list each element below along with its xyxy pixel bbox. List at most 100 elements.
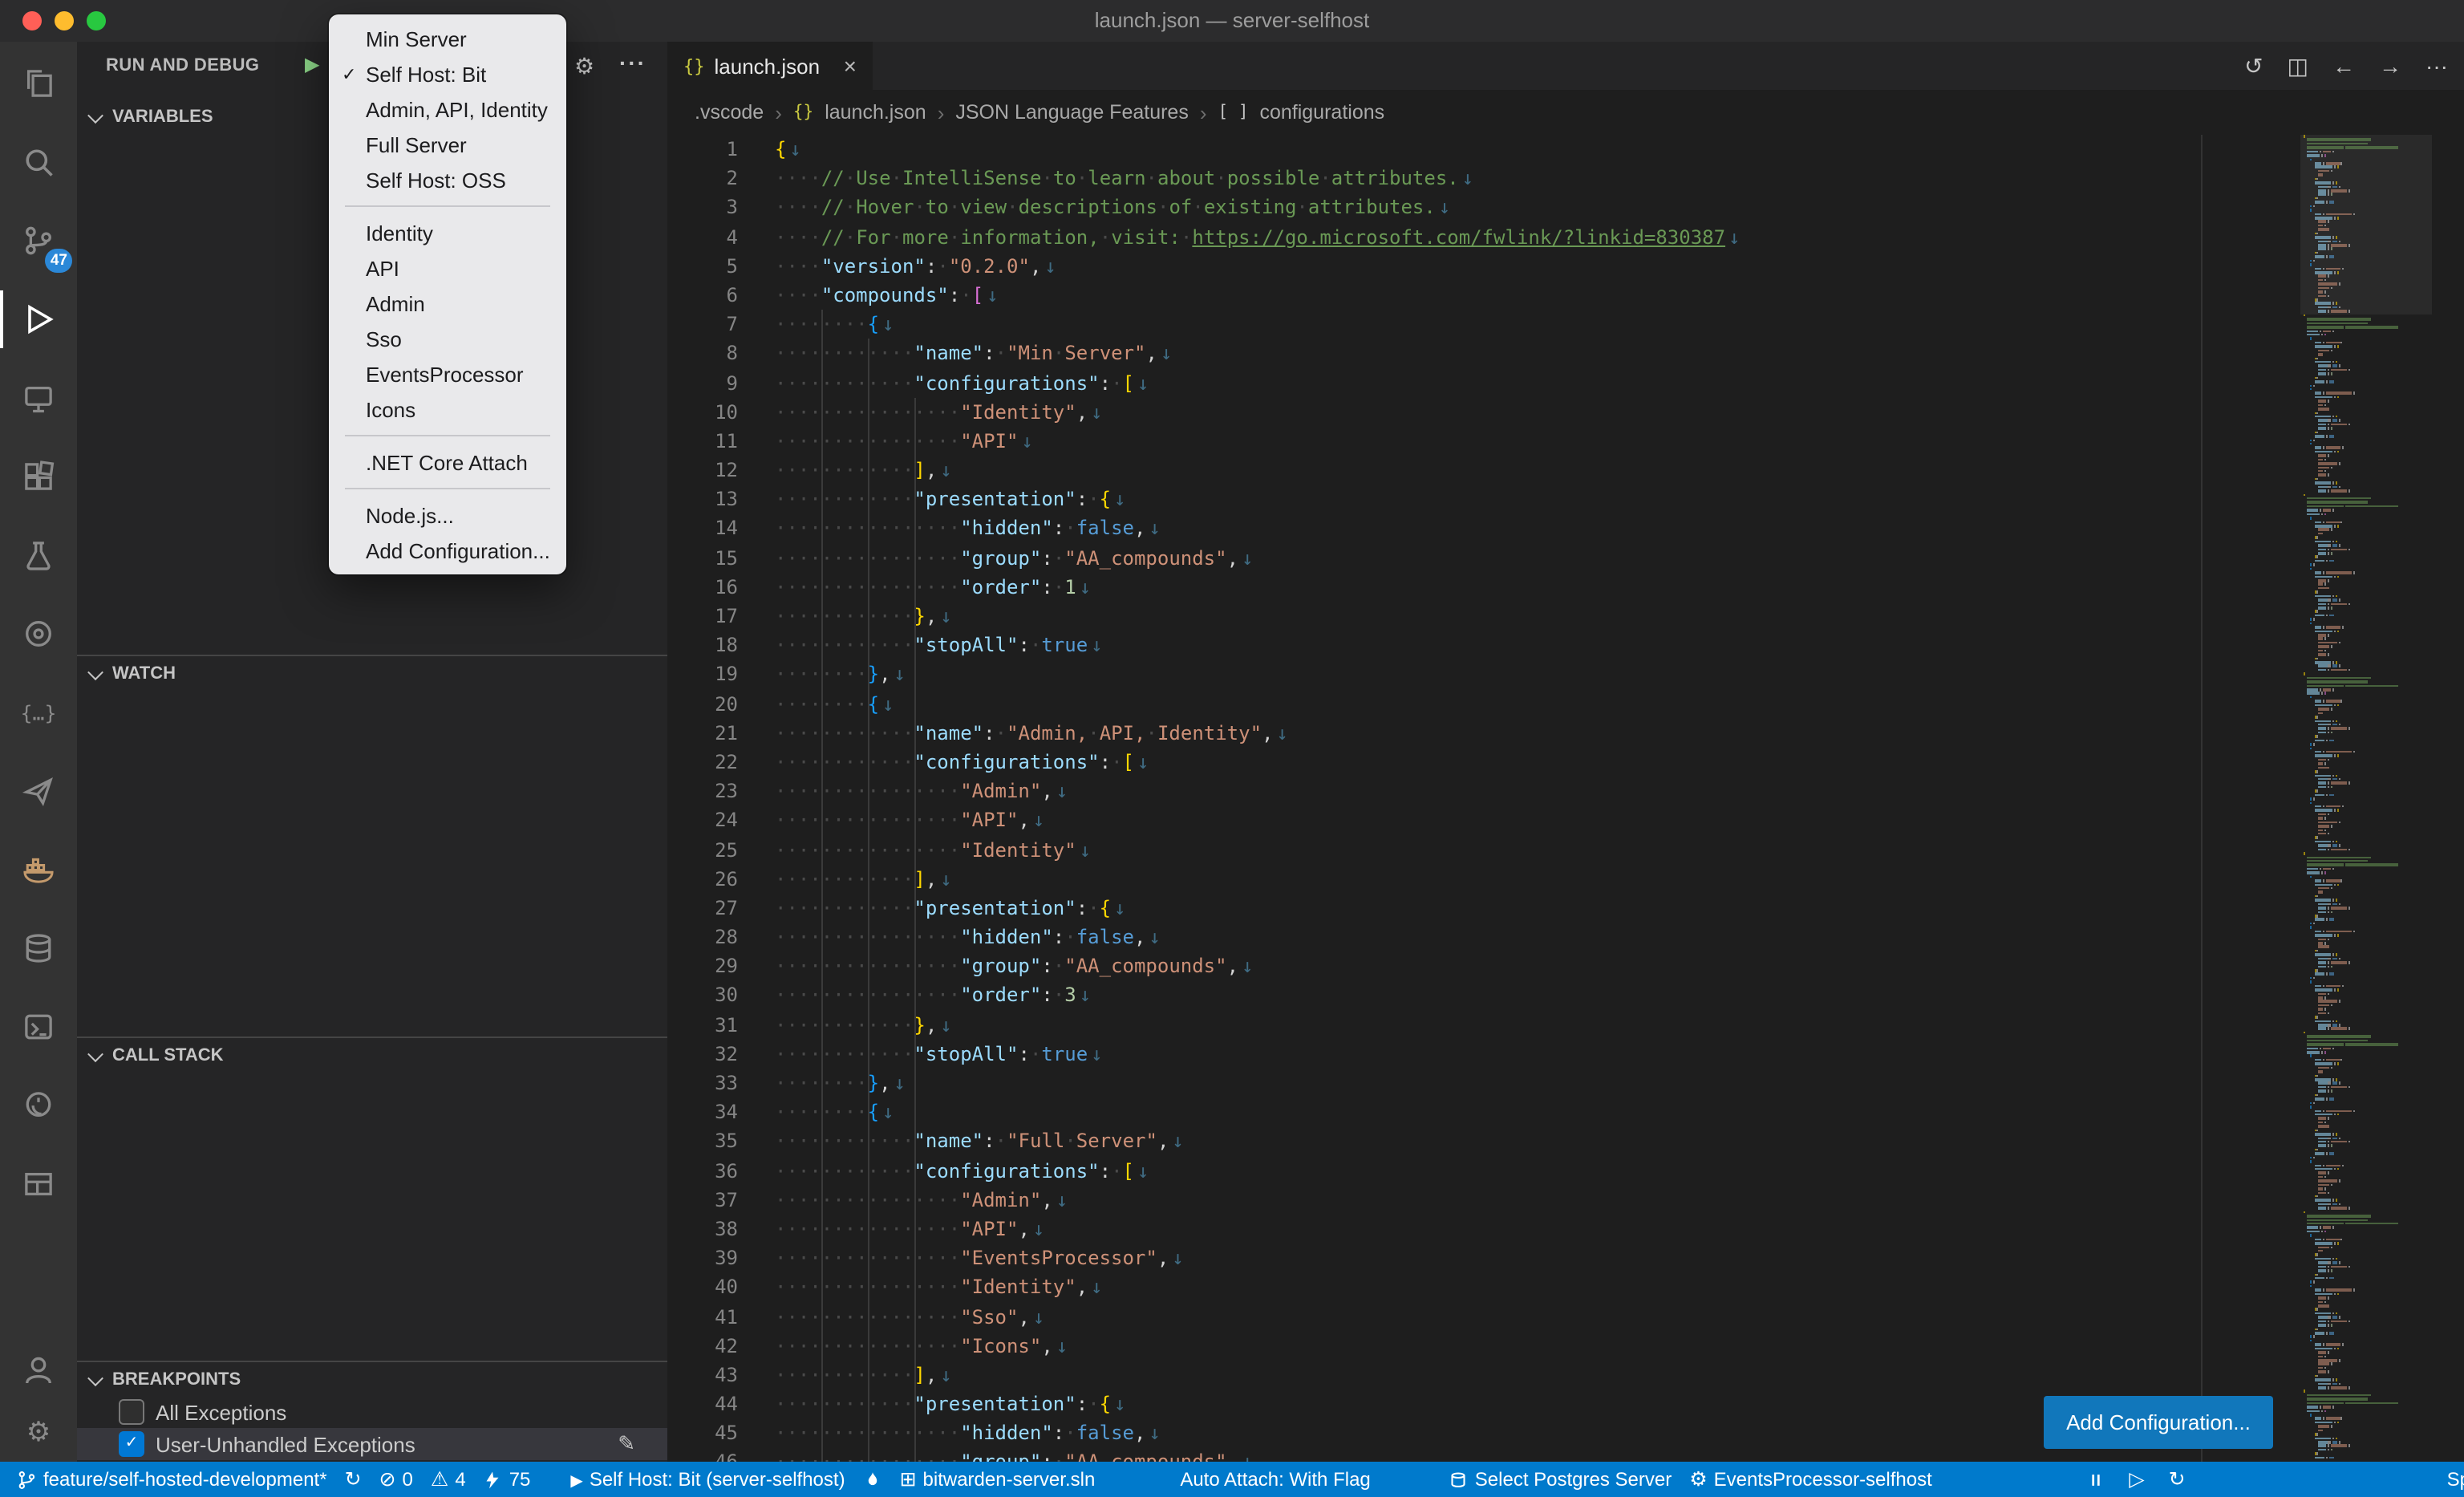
code-line[interactable]: 41················"Sso",↓	[667, 1302, 2464, 1331]
tab-launch-json[interactable]: {} launch.json ×	[667, 42, 873, 90]
code-line[interactable]: 20········{↓	[667, 689, 2464, 718]
code-line[interactable]: 9············"configurations":·[↓	[667, 368, 2464, 397]
code-line[interactable]: 18············"stopAll":·true↓	[667, 631, 2464, 659]
menu-item[interactable]: Full Server	[329, 127, 566, 162]
checkbox[interactable]: ✓	[119, 1431, 144, 1457]
docker-icon[interactable]	[0, 831, 77, 908]
code-line[interactable]: 23················"Admin",↓	[667, 777, 2464, 805]
code-line[interactable]: 35············"name":·"Full·Server",↓	[667, 1127, 2464, 1156]
status-item[interactable]: 75	[484, 1462, 531, 1497]
code-line[interactable]: 40················"Identity",↓	[667, 1273, 2464, 1302]
add-configuration-button[interactable]: Add Configuration...	[2044, 1396, 2273, 1449]
status-item[interactable]	[863, 1462, 882, 1497]
menu-item[interactable]: Add Configuration...	[329, 533, 566, 568]
code-line[interactable]: 29················"group":·"AA_compounds…	[667, 952, 2464, 981]
menu-item[interactable]: .NET Core Attach	[329, 444, 566, 480]
go-back-icon[interactable]: ←	[2332, 53, 2355, 79]
menu-item[interactable]: Icons	[329, 391, 566, 427]
code-line[interactable]: 6····"compounds":·[↓	[667, 281, 2464, 310]
status-item[interactable]: Spell	[2447, 1462, 2464, 1497]
publish-icon[interactable]	[0, 753, 77, 830]
nuget-icon[interactable]	[0, 595, 77, 672]
timeline-icon[interactable]: ↺	[2244, 52, 2263, 79]
terminal-icon[interactable]	[0, 988, 77, 1065]
status-item[interactable]: ⚙EventsProcessor-selfhost	[1689, 1462, 1932, 1497]
section-call-stack[interactable]: CALL STACK	[77, 1038, 667, 1073]
code-line[interactable]: 19········},↓	[667, 660, 2464, 689]
code-line[interactable]: 30················"order":·3↓	[667, 981, 2464, 1010]
code-line[interactable]: 4····//·For·more·information,·visit:·htt…	[667, 222, 2464, 251]
code-line[interactable]: 7········{↓	[667, 310, 2464, 339]
menu-item[interactable]: Sso	[329, 321, 566, 356]
menu-item[interactable]: API	[329, 250, 566, 286]
breadcrumb-item[interactable]: launch.json	[825, 101, 926, 124]
code-line[interactable]: 2····//·Use·IntelliSense·to·learn·about·…	[667, 164, 2464, 193]
code-line[interactable]: 13············"presentation":·{↓	[667, 485, 2464, 514]
status-item[interactable]: ↻	[2169, 1462, 2186, 1497]
menu-item[interactable]: Admin, API, Identity	[329, 91, 566, 127]
layouts-icon[interactable]	[0, 1146, 77, 1223]
section-watch[interactable]: WATCH	[77, 656, 667, 692]
status-item[interactable]: ⊘0	[379, 1462, 413, 1497]
status-item[interactable]: ⊞bitwarden-server.sln	[900, 1462, 1096, 1497]
section-breakpoints[interactable]: BREAKPOINTS	[77, 1362, 667, 1398]
edit-breakpoint-icon[interactable]: ✎	[618, 1431, 635, 1457]
database-icon[interactable]	[0, 910, 77, 987]
menu-item[interactable]: EventsProcessor	[329, 356, 566, 391]
code-line[interactable]: 17············},↓	[667, 602, 2464, 631]
extensions-icon[interactable]	[0, 438, 77, 515]
code-line[interactable]: 31············},↓	[667, 1010, 2464, 1039]
go-forward-icon[interactable]: →	[2379, 53, 2401, 79]
code-line[interactable]: 8············"name":·"Min·Server",↓	[667, 339, 2464, 368]
code-line[interactable]: 36············"configurations":·[↓	[667, 1156, 2464, 1185]
code-line[interactable]: 38················"API",↓	[667, 1215, 2464, 1243]
code-line[interactable]: 37················"Admin",↓	[667, 1186, 2464, 1215]
minimap[interactable]	[2300, 135, 2432, 1462]
code-line[interactable]: 10················"Identity",↓	[667, 397, 2464, 426]
code-line[interactable]: 22············"configurations":·[↓	[667, 748, 2464, 777]
breadcrumb-item[interactable]: configurations	[1259, 101, 1384, 124]
code-line[interactable]: 12············],↓	[667, 456, 2464, 485]
code-line[interactable]: 3····//·Hover·to·view·descriptions·of·ex…	[667, 193, 2464, 222]
source-control-icon[interactable]: 47	[0, 202, 77, 279]
code-line[interactable]: 14················"hidden":·false,↓	[667, 514, 2464, 543]
launch-settings-gear-icon[interactable]: ⚙	[574, 55, 594, 77]
testing-icon[interactable]	[0, 517, 77, 594]
menu-item[interactable]: Self Host: OSS	[329, 162, 566, 197]
menu-item[interactable]: Node.js...	[329, 497, 566, 533]
code-line[interactable]: 43············],↓	[667, 1361, 2464, 1389]
code-line[interactable]: 33········},↓	[667, 1069, 2464, 1097]
start-debug-icon[interactable]: ▶	[305, 53, 319, 75]
menu-item[interactable]: ✓Self Host: Bit	[329, 56, 566, 91]
menu-item[interactable]: Min Server	[329, 21, 566, 56]
status-item[interactable]: ▷	[2129, 1462, 2144, 1497]
status-item[interactable]: Select Postgres Server	[1449, 1462, 1672, 1497]
code-line[interactable]: 34········{↓	[667, 1097, 2464, 1126]
status-item[interactable]: feature/self-hosted-development*	[16, 1462, 327, 1497]
code-line[interactable]: 32············"stopAll":·true↓	[667, 1040, 2464, 1069]
checkbox[interactable]	[119, 1399, 144, 1425]
code-line[interactable]: 28················"hidden":·false,↓	[667, 923, 2464, 951]
code-line[interactable]: 1{↓	[667, 135, 2464, 164]
status-item[interactable]	[2087, 1462, 2105, 1497]
code-line[interactable]: 21············"name":·"Admin,·API,·Ident…	[667, 719, 2464, 748]
run-and-debug-icon[interactable]	[0, 281, 77, 358]
status-item[interactable]: ▶Self Host: Bit (server-selfhost)	[570, 1462, 845, 1497]
postgres-icon[interactable]	[0, 1067, 77, 1144]
status-item[interactable]: ⚠4	[431, 1462, 466, 1497]
breadcrumb-item[interactable]: JSON Language Features	[955, 101, 1188, 124]
breadcrumb-item[interactable]: .vscode	[695, 101, 764, 124]
code-line[interactable]: 16················"order":·1↓	[667, 573, 2464, 602]
breakpoint-all-exceptions[interactable]: All Exceptions	[77, 1396, 667, 1428]
code-line[interactable]: 15················"group":·"AA_compounds…	[667, 543, 2464, 572]
debug-more-actions-icon[interactable]: ···	[619, 50, 646, 75]
status-item[interactable]: ↻	[345, 1462, 362, 1497]
code-editor[interactable]: 1{↓2····//·Use·IntelliSense·to·learn·abo…	[667, 135, 2464, 1462]
remote-explorer-icon[interactable]	[0, 359, 77, 436]
code-line[interactable]: 5····"version":·"0.2.0",↓	[667, 252, 2464, 281]
split-editor-icon[interactable]: ◫	[2288, 52, 2308, 79]
namespace-icon[interactable]: {…}	[0, 674, 77, 751]
code-line[interactable]: 46················"group":·"AA_compounds…	[667, 1448, 2464, 1462]
code-line[interactable]: 42················"Icons",↓	[667, 1331, 2464, 1360]
more-actions-icon[interactable]: ···	[2426, 53, 2448, 79]
